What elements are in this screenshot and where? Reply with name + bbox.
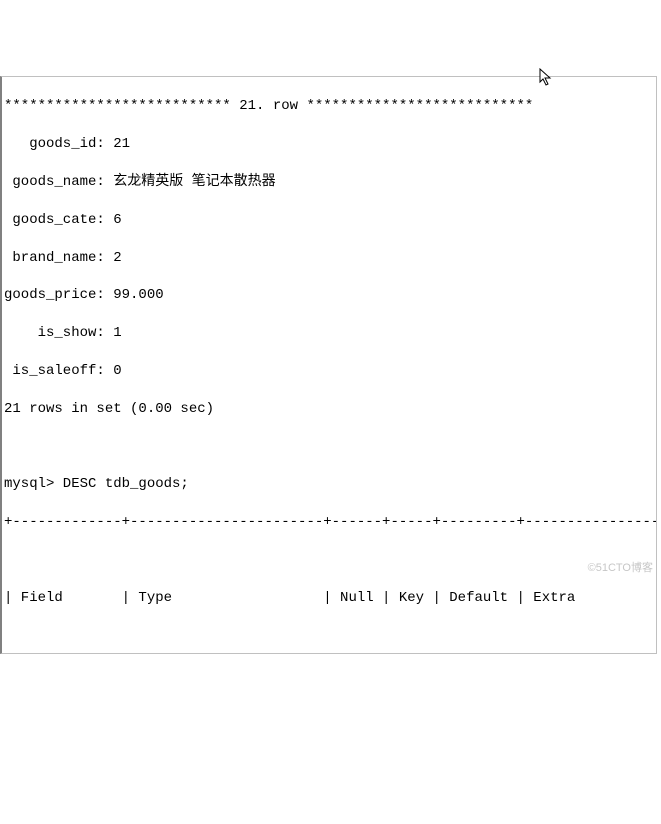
record-line: brand_name: 2 [4, 250, 122, 266]
table-border: +-------------+-----------------------+-… [4, 514, 657, 530]
mysql-prompt[interactable]: mysql> DESC tdb_goods; [4, 476, 189, 492]
table-header: | Field | Type | Null | Key | Default | … [4, 590, 657, 606]
watermark-text: ©51CTO博客 [588, 561, 653, 576]
row-divider: *************************** 21. row ****… [4, 98, 533, 114]
record-line: is_show: 1 [4, 325, 122, 341]
terminal-window: *************************** 21. row ****… [0, 76, 657, 654]
record-line: is_saleoff: 0 [4, 363, 122, 379]
record-line: goods_name: 玄龙精英版 笔记本散热器 [4, 174, 276, 190]
record-line: goods_cate: 6 [4, 212, 122, 228]
record-line: goods_price: 99.000 [4, 287, 164, 303]
record-line: goods_id: 21 [4, 136, 130, 152]
result-summary: 21 rows in set (0.00 sec) [4, 401, 214, 417]
